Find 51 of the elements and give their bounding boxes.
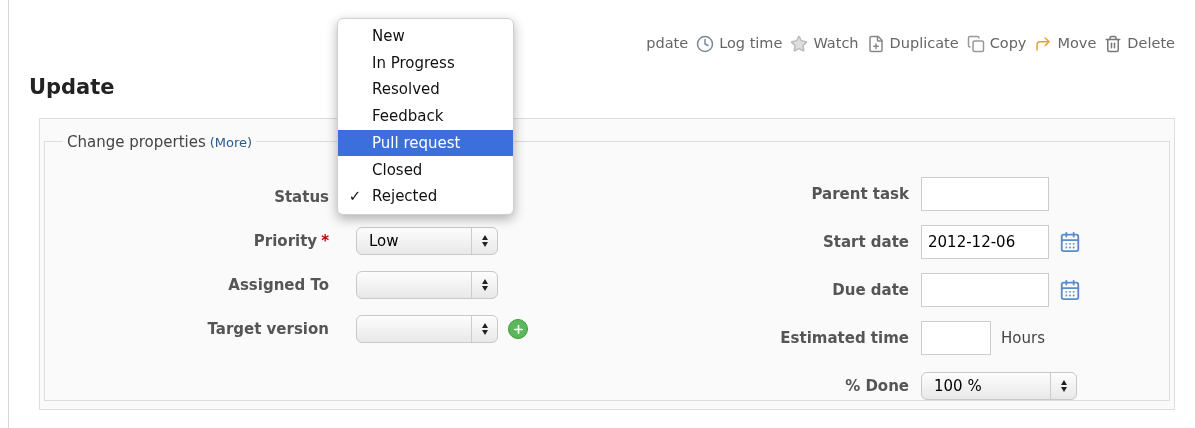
toolbar-link[interactable]: Watch bbox=[813, 33, 859, 55]
toolbar-link[interactable]: pdate bbox=[646, 33, 689, 55]
document-plus-icon bbox=[866, 35, 885, 53]
curved-arrow-icon bbox=[1034, 35, 1053, 53]
updown-arrows-icon bbox=[480, 278, 489, 292]
required-mark: * bbox=[321, 230, 329, 252]
add-button[interactable] bbox=[508, 319, 528, 339]
toolbar-link[interactable]: Duplicate bbox=[889, 33, 959, 55]
more-link[interactable]: (More) bbox=[209, 132, 253, 152]
menu-item[interactable]: Closed bbox=[338, 156, 513, 184]
clock-icon bbox=[696, 35, 715, 53]
field-label: Start date bbox=[821, 231, 910, 253]
text-input[interactable]: 2012-12-06 bbox=[921, 225, 1049, 259]
select-dropdown[interactable]: Low bbox=[356, 227, 498, 255]
updown-arrows-icon bbox=[480, 322, 489, 336]
check-mark: ✓ bbox=[348, 186, 362, 208]
toolbar-link[interactable]: Delete bbox=[1127, 33, 1175, 55]
trash-icon bbox=[1104, 35, 1123, 53]
menu-item[interactable]: New bbox=[338, 23, 513, 50]
toolbar-link[interactable]: Copy bbox=[989, 33, 1027, 55]
field-label: Due date bbox=[831, 279, 910, 301]
calendar-icon[interactable] bbox=[1059, 279, 1081, 301]
plus-icon bbox=[511, 322, 525, 336]
menu-item[interactable]: Feedback bbox=[338, 103, 513, 130]
select-dropdown[interactable]: 100 % bbox=[921, 372, 1077, 400]
field-label: % Done bbox=[844, 375, 910, 397]
menu-item[interactable]: ✓ Rejected bbox=[338, 183, 513, 210]
select-dropdown[interactable] bbox=[356, 271, 498, 299]
field-label: Status bbox=[274, 186, 329, 208]
star-icon bbox=[790, 35, 809, 53]
field-label: Parent task bbox=[810, 183, 910, 205]
updown-arrows-icon bbox=[1059, 379, 1068, 393]
text-input[interactable] bbox=[921, 273, 1049, 307]
field-label: Target version bbox=[207, 318, 329, 340]
toolbar-link[interactable]: Move bbox=[1057, 33, 1097, 55]
copy-icon bbox=[966, 35, 985, 53]
text-input[interactable] bbox=[921, 177, 1049, 211]
section-legend: Change properties bbox=[67, 130, 206, 153]
menu-item[interactable]: Resolved bbox=[338, 76, 513, 104]
hours-input[interactable] bbox=[921, 321, 991, 355]
menu-item[interactable]: In Progress bbox=[338, 49, 513, 77]
field-label: Priority bbox=[253, 230, 318, 252]
select-dropdown[interactable] bbox=[356, 315, 498, 343]
updown-arrows-icon bbox=[480, 234, 489, 248]
field-label: Estimated time bbox=[779, 327, 910, 349]
page-heading: Update bbox=[29, 74, 115, 101]
calendar-icon[interactable] bbox=[1059, 231, 1081, 253]
menu-item[interactable]: Pull request bbox=[338, 129, 513, 157]
unit-label: Hours bbox=[1001, 327, 1045, 349]
field-label: Assigned To bbox=[228, 274, 329, 296]
toolbar-link[interactable]: Log time bbox=[719, 33, 783, 55]
